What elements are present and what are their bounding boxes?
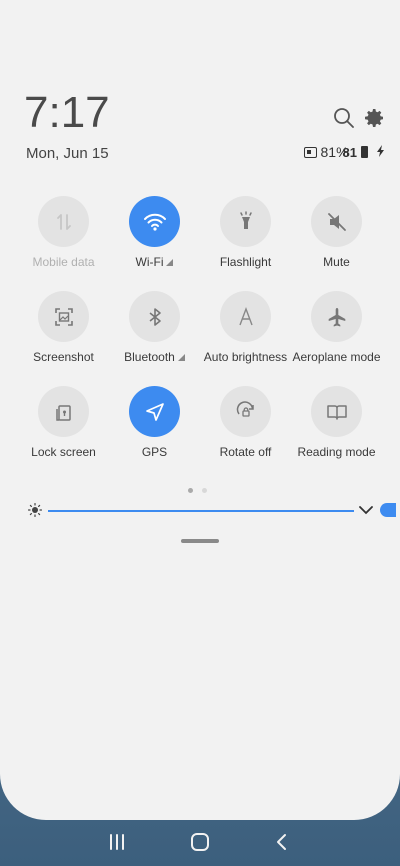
tile-label: GPS <box>141 445 168 459</box>
tile-label: Aeroplane mode <box>292 350 381 364</box>
clock-time[interactable]: 7:17 <box>24 88 110 138</box>
mute-icon[interactable] <box>311 196 362 247</box>
tile-reading-mode[interactable]: Reading mode <box>291 386 382 459</box>
page-indicator <box>188 488 207 493</box>
wifi-icon[interactable] <box>129 196 180 247</box>
status-bar: 81% 81 <box>303 143 387 161</box>
tile-mobile-data[interactable]: Mobile data <box>18 196 109 269</box>
tile-label: Rotate off <box>219 445 272 459</box>
bluetooth-icon[interactable] <box>129 291 180 342</box>
tile-label: Mute <box>323 255 350 269</box>
date-label[interactable]: Mon, Jun 15 <box>26 145 109 162</box>
airplane-icon[interactable] <box>311 291 362 342</box>
tile-aeroplane-mode[interactable]: Aeroplane mode <box>291 291 382 364</box>
tile-screenshot[interactable]: Screenshot <box>18 291 109 364</box>
tile-label: Auto brightness <box>203 350 288 364</box>
tile-lock-screen[interactable]: Lock screen <box>18 386 109 459</box>
expand-indicator-icon <box>166 258 174 266</box>
page-dot <box>202 488 207 493</box>
page-dot-active <box>188 488 193 493</box>
tile-auto-brightness[interactable]: Auto brightness <box>200 291 291 364</box>
back-icon[interactable] <box>268 830 296 854</box>
brightness-track[interactable] <box>48 510 354 512</box>
search-icon[interactable] <box>332 106 356 130</box>
recent-apps-icon[interactable] <box>103 830 131 854</box>
tile-label: Screenshot <box>33 350 94 364</box>
gear-icon[interactable] <box>362 106 386 130</box>
brightness-sun-icon <box>27 502 43 522</box>
brightness-slider[interactable] <box>27 500 400 523</box>
gps-icon[interactable] <box>129 386 180 437</box>
auto-brightness-icon[interactable] <box>220 291 271 342</box>
tile-wifi[interactable]: Wi-Fi <box>109 196 200 269</box>
flashlight-icon[interactable] <box>220 196 271 247</box>
tile-label: Reading mode <box>297 445 376 459</box>
tile-bluetooth[interactable]: Bluetooth <box>109 291 200 364</box>
rotate-icon[interactable] <box>220 386 271 437</box>
tile-label: Bluetooth <box>124 350 175 364</box>
tile-label: Mobile data <box>32 255 95 269</box>
chevron-down-icon[interactable] <box>358 502 374 523</box>
reading-mode-icon[interactable] <box>311 386 362 437</box>
quick-toggles-grid: Mobile data Wi-Fi Flashlight Mute Screen… <box>0 196 400 459</box>
screenshot-icon[interactable] <box>38 291 89 342</box>
expand-indicator-icon <box>177 353 185 361</box>
battery-saver-icon <box>303 146 317 158</box>
tile-mute[interactable]: Mute <box>291 196 382 269</box>
home-icon[interactable] <box>186 830 214 854</box>
tile-label: Lock screen <box>31 445 96 459</box>
mobile-data-icon[interactable] <box>38 196 89 247</box>
tile-rotate-off[interactable]: Rotate off <box>200 386 291 459</box>
brightness-handle[interactable] <box>380 503 396 517</box>
tile-label: Wi-Fi <box>135 255 164 269</box>
navigation-bar <box>0 820 400 866</box>
charging-icon <box>376 144 386 160</box>
tile-label: Flashlight <box>219 255 272 269</box>
battery-level-badge: 81 <box>342 144 357 160</box>
panel-drag-handle[interactable] <box>181 539 219 543</box>
quick-settings-panel: 7:17 Mon, Jun 15 81% 81 Mobile data Wi-F… <box>0 0 400 820</box>
battery-icon <box>361 146 368 158</box>
lock-screen-icon[interactable] <box>38 386 89 437</box>
tile-gps[interactable]: GPS <box>109 386 200 459</box>
tile-flashlight[interactable]: Flashlight <box>200 196 291 269</box>
